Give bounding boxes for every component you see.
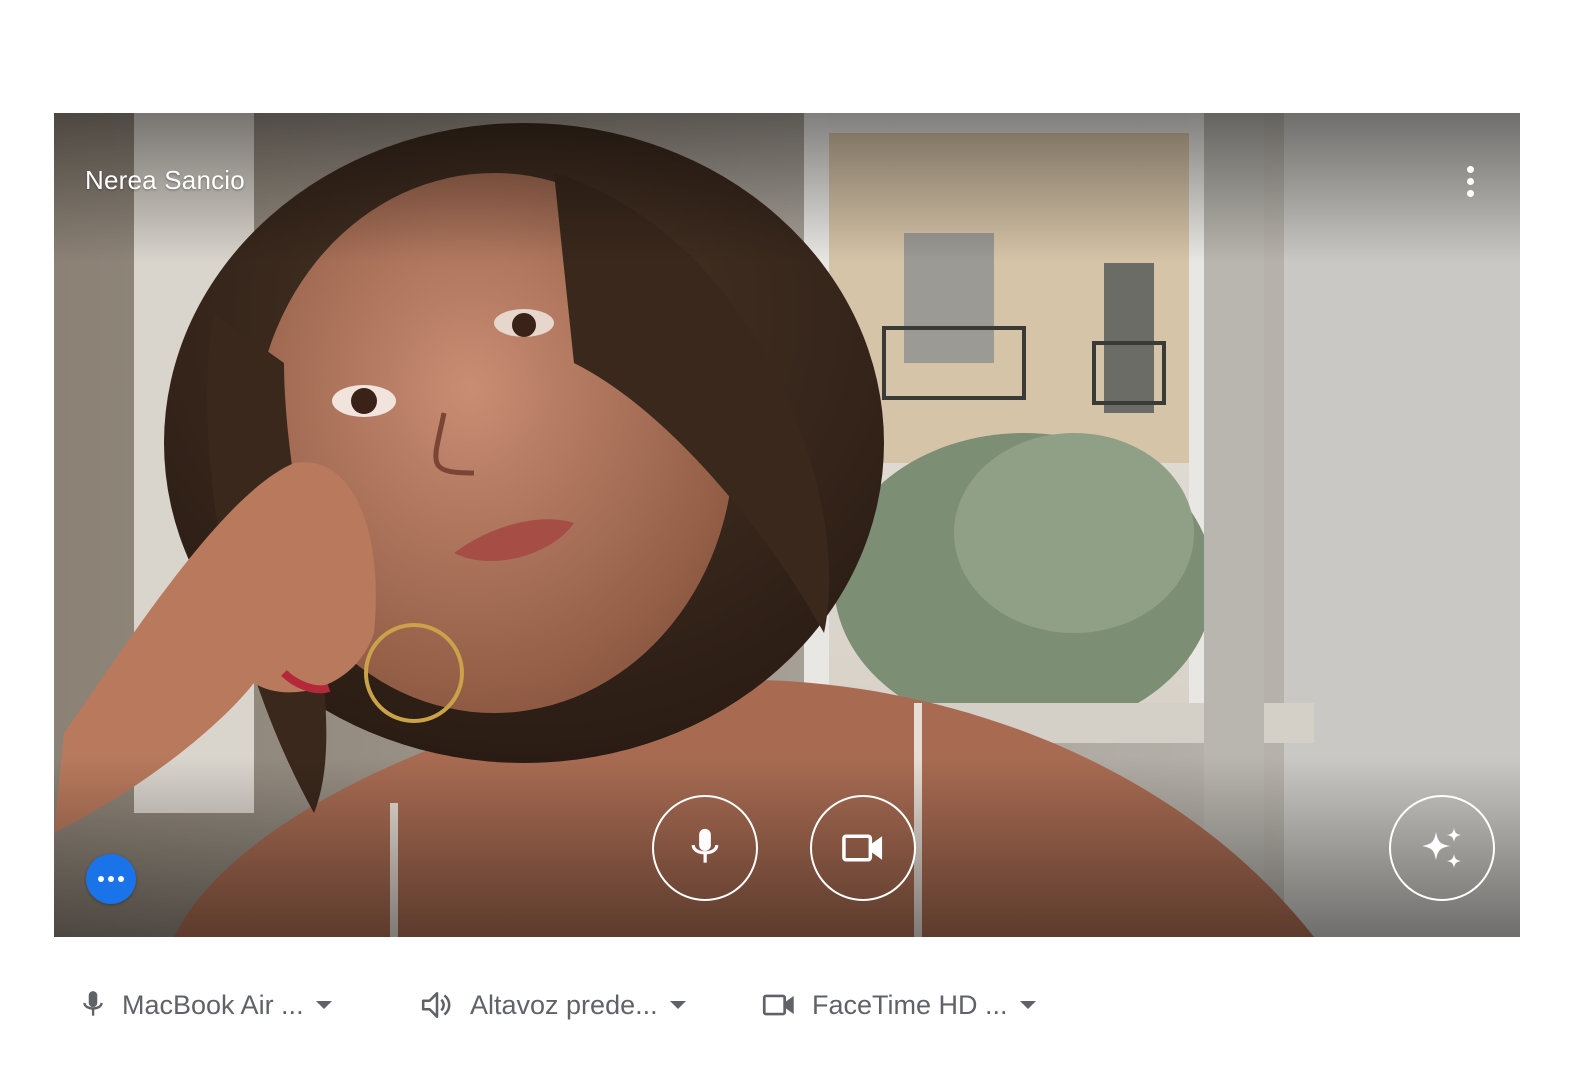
speaker-selector-label: Altavoz prede... — [470, 989, 658, 1020]
top-overlay-gradient — [54, 113, 1520, 263]
activity-menu-button[interactable] — [86, 854, 136, 904]
more-vert-icon — [1466, 165, 1474, 173]
videocam-icon — [842, 834, 883, 862]
chevron-down-icon — [669, 1001, 686, 1009]
mic-icon — [691, 828, 719, 863]
sparkle-icon — [1422, 828, 1461, 868]
videocam-icon — [762, 994, 794, 1016]
more-options-button[interactable] — [1458, 161, 1482, 201]
participant-name: Nerea Sancio — [85, 165, 245, 195]
camera-selector-label: FaceTime HD ... — [812, 989, 1008, 1020]
self-view-video: Nerea Sancio — [54, 113, 1520, 937]
device-selector-bar: MacBook Air ... Altavoz prede... FaceTim… — [74, 980, 1174, 1030]
speaker-icon — [421, 992, 451, 1018]
more-horiz-icon — [98, 876, 104, 882]
mic-icon — [83, 991, 103, 1016]
camera-selector[interactable]: FaceTime HD ... — [762, 980, 1036, 1030]
microphone-selector-label: MacBook Air ... — [122, 989, 304, 1020]
chevron-down-icon — [315, 1001, 332, 1009]
meeting-preview-page: Nerea Sancio MacBook Air ... Altavoz pre… — [0, 0, 1582, 1080]
bottom-overlay-gradient — [54, 757, 1520, 937]
microphone-selector[interactable]: MacBook Air ... — [80, 980, 332, 1030]
camera-toggle-button[interactable] — [810, 795, 916, 901]
microphone-toggle-button[interactable] — [652, 795, 758, 901]
speaker-selector[interactable]: Altavoz prede... — [420, 980, 686, 1030]
chevron-down-icon — [1019, 1001, 1036, 1009]
visual-effects-button[interactable] — [1389, 795, 1495, 901]
